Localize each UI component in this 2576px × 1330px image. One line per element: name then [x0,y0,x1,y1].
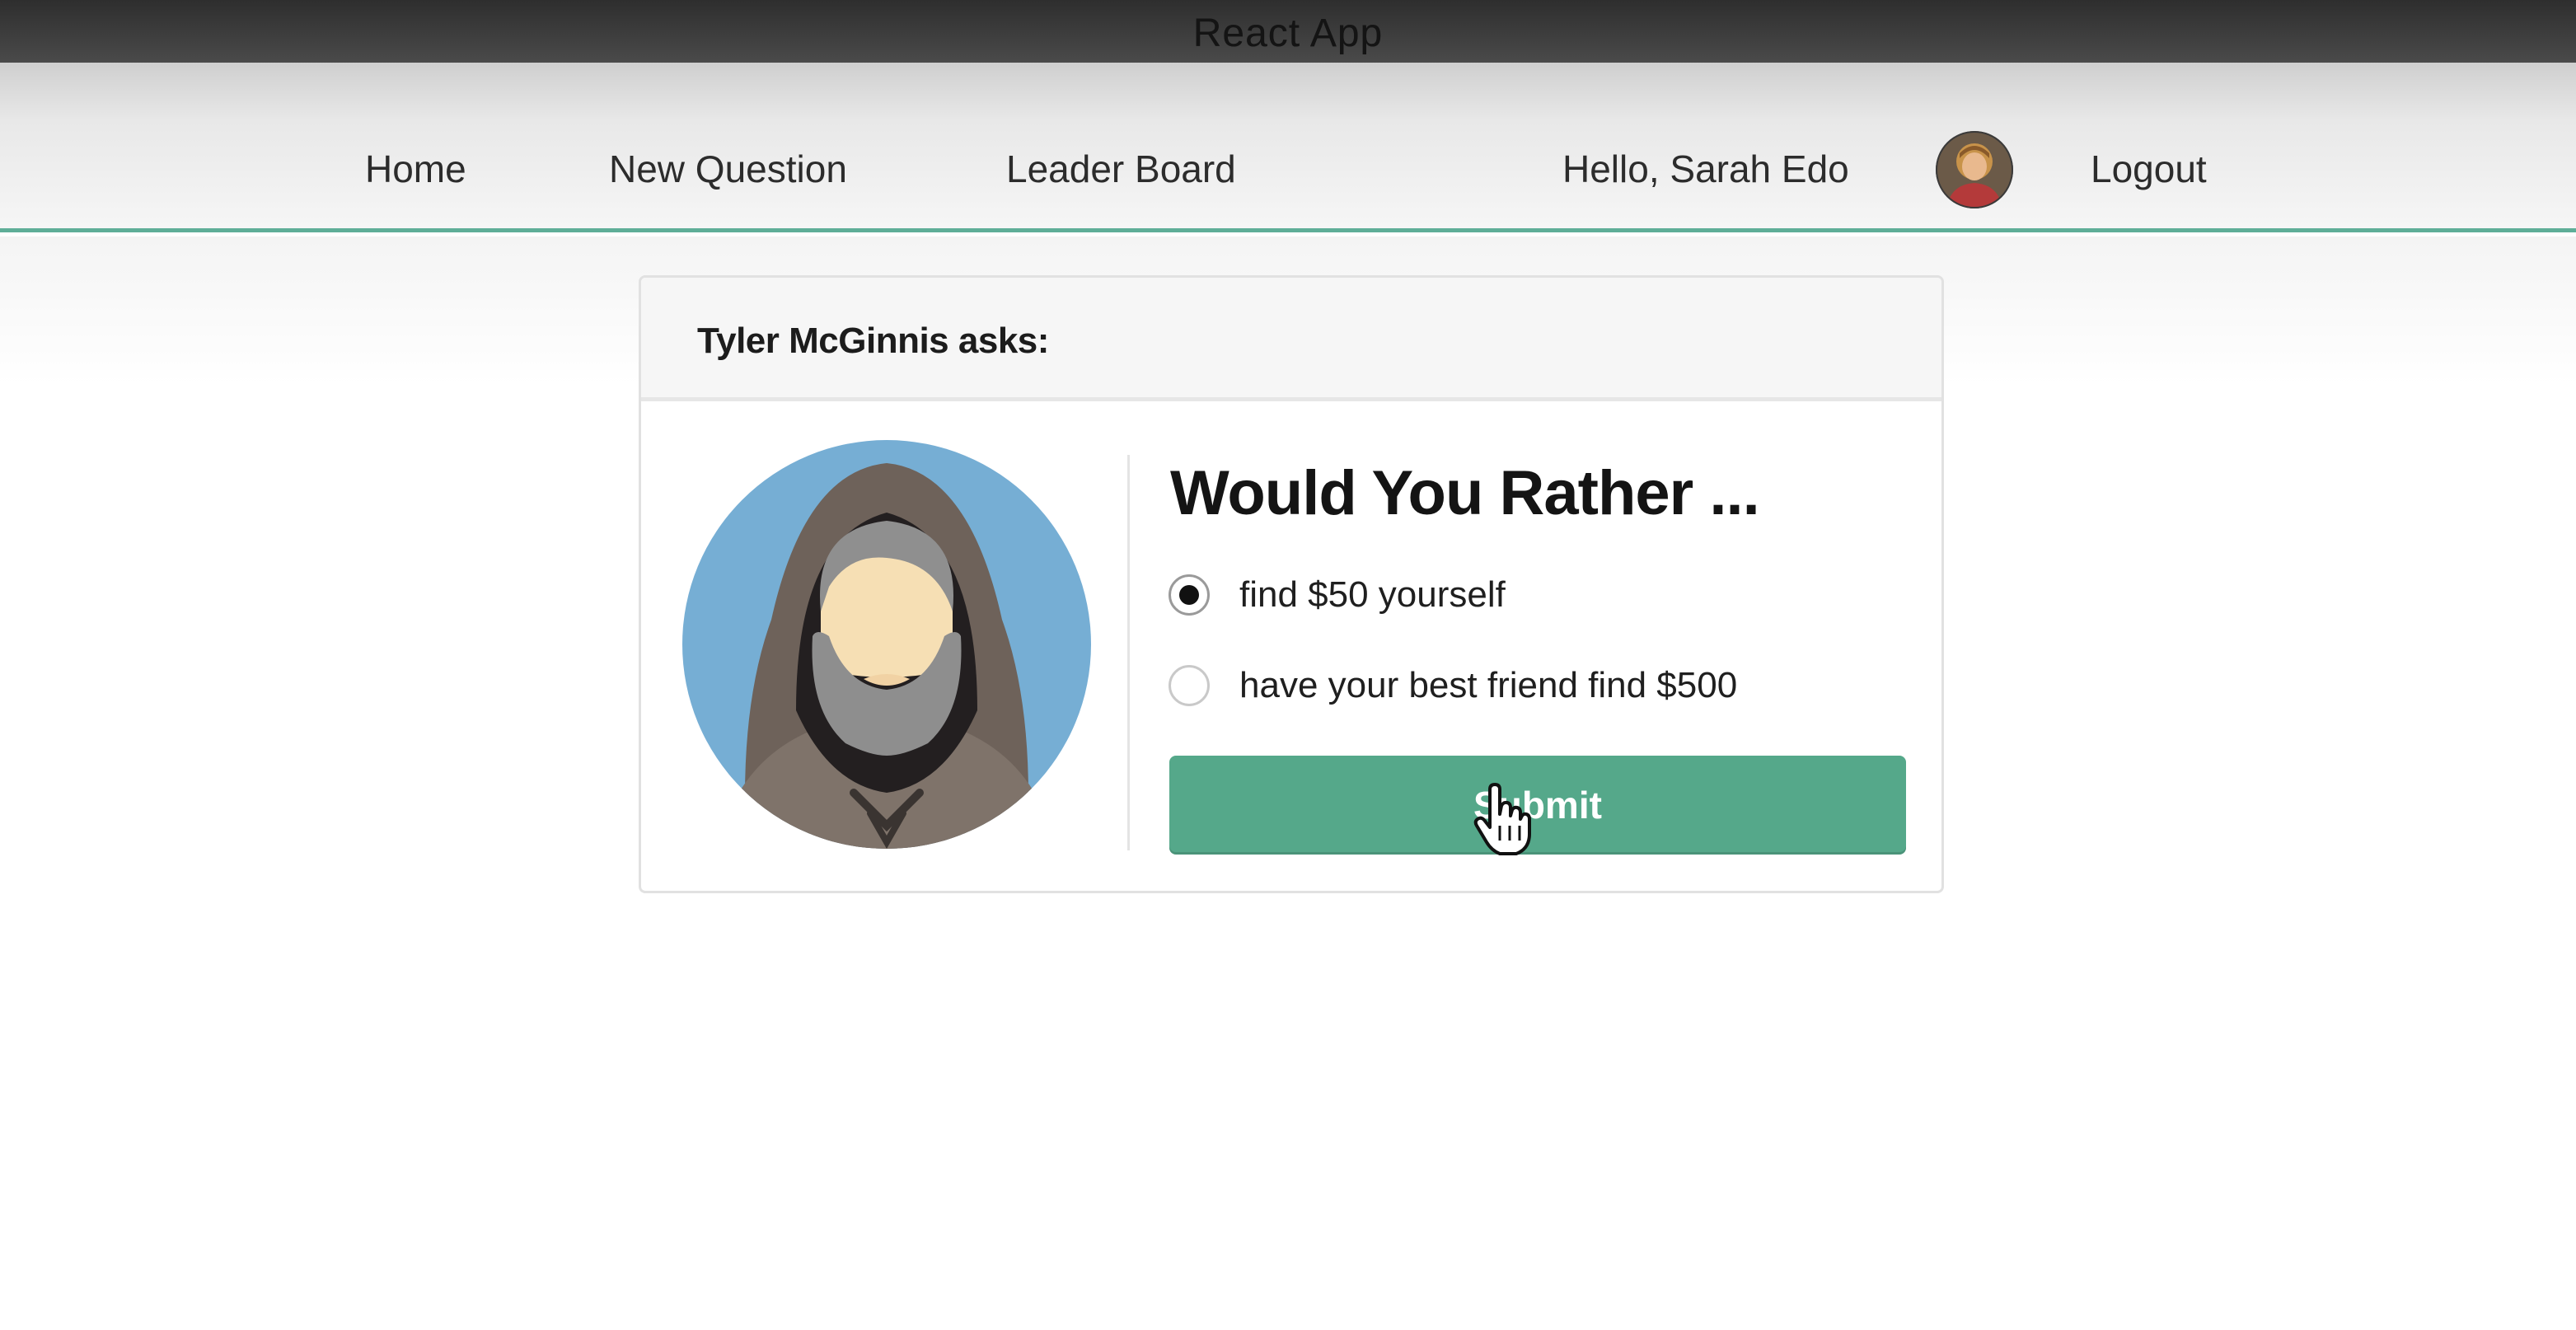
nav-home-link[interactable]: Home [365,150,466,188]
option-2-radio[interactable] [1169,665,1210,706]
top-nav: Home New Question Leader Board Hello, Sa… [0,63,2576,232]
user-greeting: Hello, Sarah Edo [1562,148,1849,190]
question-card: Tyler McGinnis asks: Would You Rather ..… [639,275,1944,893]
nav-leader-board-link[interactable]: Leader Board [1006,150,1236,188]
window-title-bar: React App [0,0,2576,63]
option-1-label: find $50 yourself [1239,574,1506,615]
option-2[interactable]: have your best friend find $500 [1169,665,1737,706]
radio-selected-dot [1179,585,1199,605]
nav-new-question-link[interactable]: New Question [609,150,847,188]
hooded-bearded-man-avatar-icon [682,440,1091,849]
card-header: Tyler McGinnis asks: [641,278,1941,401]
card-divider [1127,455,1130,850]
option-2-label: have your best friend find $500 [1239,665,1738,705]
window-title: React App [1192,11,1384,55]
question-title: Would You Rather ... [1170,458,1760,528]
question-asker: Tyler McGinnis asks: [697,321,1049,361]
user-avatar-icon [1936,131,2013,208]
option-1[interactable]: find $50 yourself [1169,574,1506,616]
logout-link[interactable]: Logout [2091,150,2207,188]
submit-button[interactable]: Submit [1169,756,1906,855]
option-1-radio[interactable] [1169,574,1210,616]
